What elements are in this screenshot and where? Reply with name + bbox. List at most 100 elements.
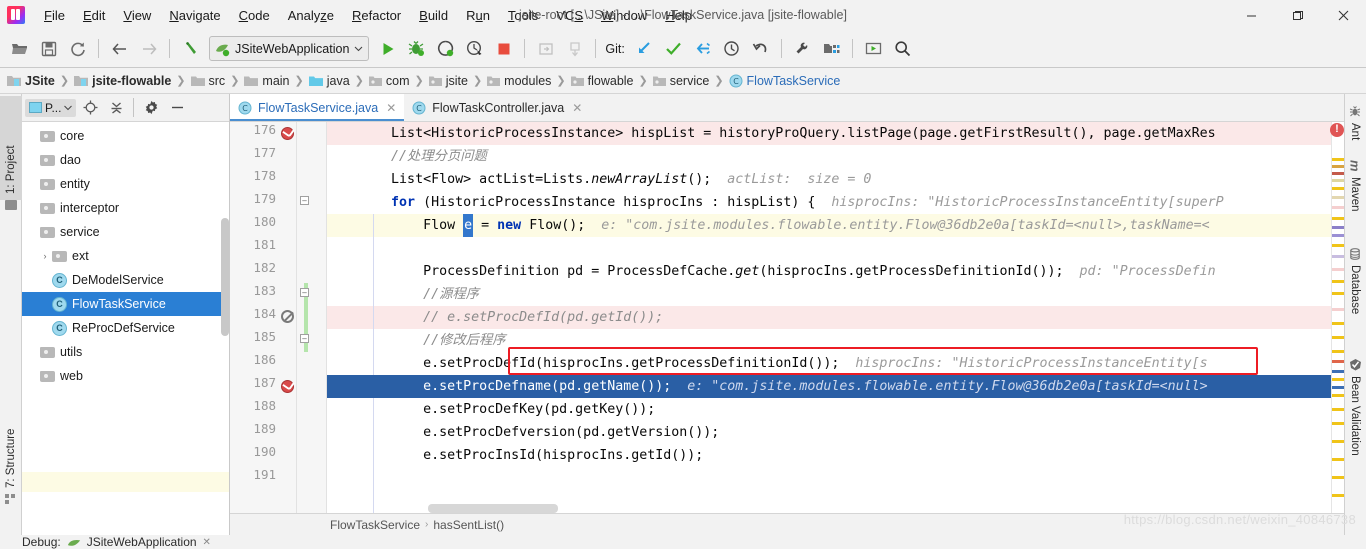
run-anything-icon[interactable]	[860, 35, 887, 62]
menu-run[interactable]: Run	[457, 5, 499, 26]
stripe-marker[interactable]	[1332, 280, 1344, 283]
breakpoint-verified-icon[interactable]	[281, 380, 294, 393]
panel-settings-gear-icon[interactable]	[139, 97, 163, 119]
stripe-marker[interactable]	[1332, 255, 1344, 258]
stripe-marker[interactable]	[1332, 165, 1344, 168]
tool-window-maven[interactable]: m Maven	[1344, 154, 1366, 217]
menu-navigate[interactable]: Navigate	[160, 5, 229, 26]
stripe-marker[interactable]	[1332, 476, 1344, 479]
stripe-marker[interactable]	[1332, 458, 1344, 461]
debug-close-icon[interactable]: ✕	[203, 537, 211, 548]
project-view-selector[interactable]: P...	[25, 98, 77, 117]
tab-flowtaskcontroller[interactable]: C FlowTaskController.java ✕	[404, 94, 590, 121]
stripe-marker[interactable]	[1332, 378, 1344, 381]
code-line-190[interactable]: e.setProcInsId(hisprocIns.getId());	[327, 444, 1331, 467]
tree-item-flowtaskservice[interactable]: C FlowTaskService	[22, 292, 229, 316]
error-stripe[interactable]: !	[1330, 122, 1344, 513]
tool-window-database[interactable]: Database	[1344, 242, 1366, 320]
project-structure-icon[interactable]	[818, 35, 845, 62]
menu-edit[interactable]: Edit	[74, 5, 114, 26]
stripe-marker[interactable]	[1332, 440, 1344, 443]
history-icon[interactable]	[718, 35, 745, 62]
tool-window-project[interactable]: 1: Project	[0, 96, 22, 200]
menu-build[interactable]: Build	[410, 5, 457, 26]
editor-gutter[interactable]: 176 177 178 179 180 181 182 183 184 185 …	[230, 122, 327, 513]
search-everywhere-icon[interactable]	[889, 35, 916, 62]
navigate-back-icon[interactable]	[106, 35, 133, 62]
breadcrumb-item-modules[interactable]: modules	[484, 73, 554, 89]
stripe-marker[interactable]	[1332, 408, 1344, 411]
close-button[interactable]	[1320, 0, 1366, 30]
hide-panel-icon[interactable]	[165, 97, 189, 119]
breadcrumb-item-src[interactable]: src	[188, 73, 229, 89]
code-line-183[interactable]: //源程序	[327, 283, 1331, 306]
tree-scrollbar[interactable]	[221, 218, 229, 336]
debug-config-label[interactable]: JSiteWebApplication	[87, 535, 197, 549]
code-line-176[interactable]: List<HistoricProcessInstance> hispList =…	[327, 122, 1331, 145]
tree-item-reprocdefservice[interactable]: C ReProcDefService	[22, 316, 229, 340]
select-in-icon[interactable]	[532, 35, 559, 62]
breadcrumb-item-jsite[interactable]: JSite	[4, 73, 58, 89]
push-icon[interactable]	[689, 35, 716, 62]
stripe-marker[interactable]	[1332, 350, 1344, 353]
stripe-marker[interactable]	[1332, 158, 1344, 161]
menu-view[interactable]: View	[114, 5, 160, 26]
settings-gear-icon[interactable]	[789, 35, 816, 62]
stripe-marker[interactable]	[1332, 268, 1344, 271]
code-line-182[interactable]: ProcessDefinition pd = ProcessDefCache.g…	[327, 260, 1331, 283]
update-project-icon[interactable]	[631, 35, 658, 62]
stripe-marker[interactable]	[1332, 172, 1344, 175]
tool-window-bean-validation[interactable]: Bean Validation	[1344, 352, 1366, 462]
tree-item-ext[interactable]: › ext	[22, 244, 229, 268]
tree-item-service[interactable]: service	[22, 220, 229, 244]
stripe-marker[interactable]	[1332, 234, 1344, 237]
code-line-179[interactable]: for (HistoricProcessInstance hisprocIns …	[327, 191, 1331, 214]
breadcrumb-item-jsite-flowable[interactable]: jsite-flowable	[71, 73, 174, 89]
fold-marker[interactable]: –	[300, 334, 309, 343]
stripe-marker[interactable]	[1332, 394, 1344, 397]
stop-button[interactable]	[490, 35, 517, 62]
breadcrumb-item-com[interactable]: com	[366, 73, 413, 89]
menu-help[interactable]: Help	[656, 5, 701, 26]
stripe-marker[interactable]	[1332, 179, 1344, 182]
error-count-icon[interactable]: !	[1330, 123, 1344, 137]
run-configuration-selector[interactable]: JSiteWebApplication	[209, 36, 370, 61]
breadcrumb-item-flowable[interactable]: flowable	[568, 73, 637, 89]
breadcrumb-method[interactable]: hasSentList()	[433, 518, 504, 532]
stripe-marker[interactable]	[1332, 386, 1344, 389]
synchronize-icon[interactable]	[64, 35, 91, 62]
stripe-marker[interactable]	[1332, 217, 1344, 220]
code-line-187[interactable]: e.setProcDefname(pd.getName()); e: "com.…	[327, 375, 1331, 398]
breakpoint-verified-icon[interactable]	[281, 127, 294, 140]
tree-item-core[interactable]: core	[22, 124, 229, 148]
code-line-188[interactable]: e.setProcDefKey(pd.getKey());	[327, 398, 1331, 421]
menu-window[interactable]: Window	[592, 5, 656, 26]
profile-button[interactable]	[461, 35, 488, 62]
stripe-marker[interactable]	[1332, 336, 1344, 339]
code-line-180[interactable]: Flow e = new Flow(); e: "com.jsite.modul…	[327, 214, 1331, 237]
stripe-marker[interactable]	[1332, 187, 1344, 190]
run-button[interactable]	[374, 35, 401, 62]
code-line-181[interactable]	[327, 237, 1331, 260]
collapse-all-icon[interactable]	[104, 97, 128, 119]
tree-item-demodelservice[interactable]: C DeModelService	[22, 268, 229, 292]
stripe-marker[interactable]	[1332, 370, 1344, 373]
stripe-marker[interactable]	[1332, 226, 1344, 229]
chevron-right-icon[interactable]: ›	[38, 251, 52, 261]
stripe-marker[interactable]	[1332, 322, 1344, 325]
menu-tools[interactable]: Tools	[499, 5, 547, 26]
maximize-button[interactable]	[1274, 0, 1320, 30]
menu-analyze[interactable]: Analyze	[279, 5, 343, 26]
breadcrumb-item-flowtaskservice[interactable]: C FlowTaskService	[726, 73, 844, 89]
run-with-coverage-button[interactable]	[432, 35, 459, 62]
commit-icon[interactable]	[660, 35, 687, 62]
update-module-icon[interactable]	[561, 35, 588, 62]
breadcrumb-item-jsite-pkg[interactable]: jsite	[426, 73, 471, 89]
tree-item-utils[interactable]: utils	[22, 340, 229, 364]
project-tree[interactable]: core dao entity interceptor service › ex…	[22, 122, 229, 535]
tree-item-dao[interactable]: dao	[22, 148, 229, 172]
debug-button[interactable]	[403, 35, 430, 62]
code-line-185[interactable]: //修改后程序	[327, 329, 1331, 352]
breadcrumb-item-service[interactable]: service	[650, 73, 713, 89]
scroll-from-source-icon[interactable]	[78, 97, 102, 119]
